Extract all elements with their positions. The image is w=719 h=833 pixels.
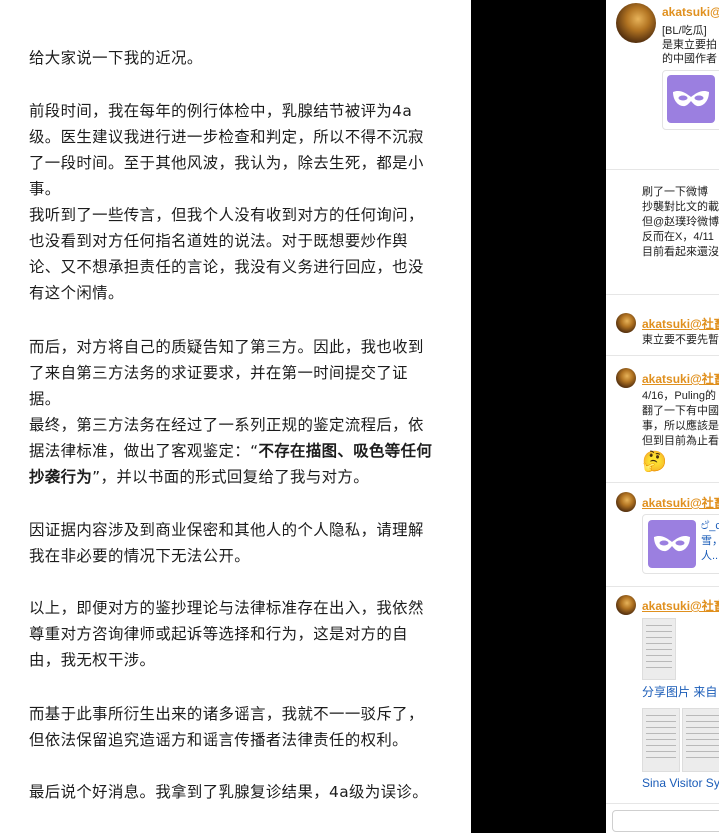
reply-separator [606, 586, 719, 587]
avatar[interactable] [616, 368, 636, 388]
post-text-line: 反而在X，4/11 [642, 231, 714, 243]
reply-text-line: 翻了一下有中國 [642, 405, 719, 417]
reply-separator [606, 355, 719, 356]
article-panel: 给大家说一下我的近况。 前段时间，我在每年的例行体检中，乳腺结节被评为4a级。医… [0, 0, 471, 833]
post-text-line: 是東立要拍 [662, 39, 717, 51]
reply-separator [606, 803, 719, 804]
reply-separator [606, 482, 719, 483]
post-text-line: 抄襲對比文的載 [642, 201, 719, 213]
shared-image-thumbnail[interactable] [642, 618, 676, 680]
post-separator [606, 169, 719, 170]
article-paragraph: 给大家说一下我的近况。 [29, 49, 203, 67]
article-paragraph: 我听到了一些传言，但我个人没有收到对方的任何询问，也没看到对方任何指名道姓的说法… [29, 206, 424, 302]
mask-icon-glyph [654, 535, 690, 552]
link-preview-card[interactable] [662, 70, 719, 130]
article-paragraph: 前段时间，我在每年的例行体检中，乳腺结节被评为4a级。医生建议我进行进一步检查和… [29, 102, 424, 198]
avatar[interactable] [616, 313, 636, 333]
shared-image-caption[interactable]: Sina Visitor Sy [642, 777, 719, 790]
mask-icon [648, 520, 696, 568]
mask-icon [667, 75, 715, 123]
article-paragraph: 以上，即便对方的鉴抄理论与法律标准存在出入，我依然尊重对方咨询律师或起诉等选择和… [29, 599, 424, 669]
shared-image-caption[interactable]: 分享图片 来自 [642, 686, 717, 699]
card-text-line: 人... [701, 550, 719, 562]
verdict-text-end: ”，并以书面的形式回复给了我与对方。 [92, 468, 369, 486]
reply-username[interactable]: akatsuki@社畜 [642, 494, 719, 511]
social-feed-panel[interactable]: akatsuki@ [BL/吃瓜] 是東立要拍 的中國作者 刷了一下微博 抄襲對… [606, 0, 719, 833]
post-text-line: 刷了一下微博 [642, 186, 708, 198]
post-text-line: 的中國作者 [662, 53, 717, 65]
post-username[interactable]: akatsuki@ [662, 5, 719, 19]
article-paragraph-verdict: 最终，第三方法务在经过了一系列正规的鉴定流程后，依据法律标准，做出了客观鉴定：“… [29, 412, 439, 490]
reply-text: 東立要不要先暫 [642, 334, 719, 346]
card-text-line: ඒ_c [701, 520, 719, 532]
reply-username[interactable]: akatsuki@社畜 [642, 315, 719, 332]
post-text-line: 目前看起來還沒 [642, 246, 719, 258]
reply-username[interactable]: akatsuki@社畜 [642, 597, 719, 614]
avatar[interactable] [616, 3, 656, 43]
reply-text-line: 4/16，Puling的 [642, 390, 716, 402]
post-text-line: 但@赵璞玲微博 [642, 216, 719, 228]
shared-image-thumbnail[interactable] [682, 708, 719, 772]
shared-image-thumbnail[interactable] [642, 708, 680, 772]
reply-text-line: 事，所以應該是 [642, 420, 719, 432]
article-paragraph: 而后，对方将自己的质疑告知了第三方。因此，我也收到了来自第三方法务的求证要求，并… [29, 338, 424, 408]
article-paragraph: 最后说个好消息。我拿到了乳腺复诊结果，4a级为误诊。 [29, 783, 428, 801]
link-preview-card[interactable]: ඒ_c 雪， 人... [642, 514, 719, 574]
reply-username[interactable]: akatsuki@社畜 [642, 370, 719, 387]
article-paragraph: 因证据内容涉及到商业保密和其他人的个人隐私，请理解我在非必要的情况下无法公开。 [29, 521, 424, 565]
avatar[interactable] [616, 595, 636, 615]
card-text-line: 雪， [701, 535, 719, 547]
avatar[interactable] [616, 492, 636, 512]
post-text-line: [BL/吃瓜] [662, 25, 707, 37]
reply-text-line: 但到目前為止看 [642, 435, 719, 447]
reply-input[interactable] [612, 810, 719, 832]
mask-icon-glyph [673, 90, 709, 107]
black-divider [471, 0, 606, 833]
post-separator [606, 294, 719, 295]
article-paragraph: 而基于此事所衍生出来的诸多谣言，我就不一一驳斥了，但依法保留追究造谣方和谣言传播… [29, 705, 424, 749]
thinking-emoji-icon: 🤔 [642, 451, 667, 473]
